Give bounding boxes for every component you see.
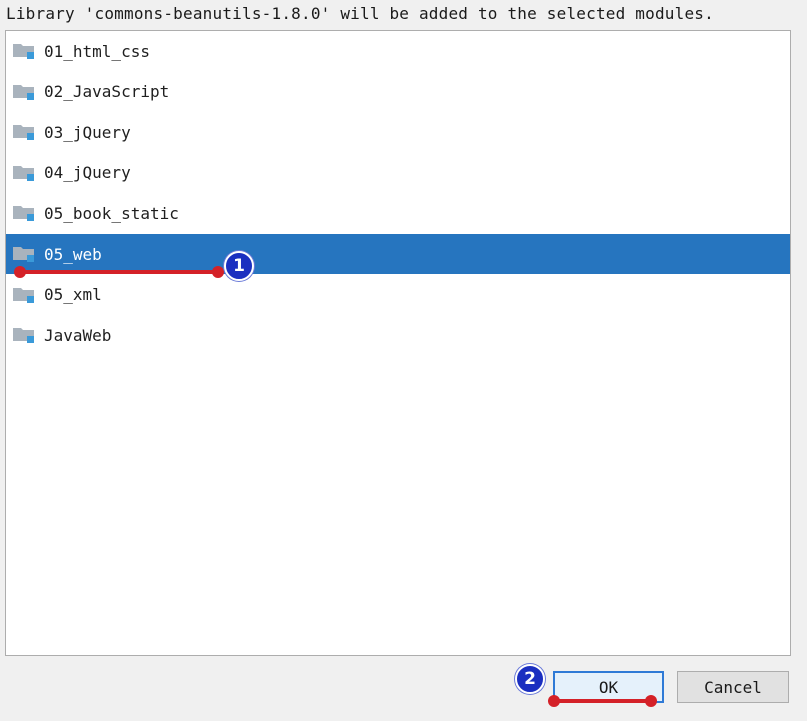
annotation-dot-1a xyxy=(14,266,26,278)
annotation-dot-2b xyxy=(645,695,657,707)
module-row-04-jquery[interactable]: 04_jQuery xyxy=(6,153,790,193)
module-list[interactable]: 01_html_css 02_JavaScript 03_jQuery 04_jQue… xyxy=(5,30,791,656)
dialog-message: Library 'commons-beanutils-1.8.0' will b… xyxy=(6,4,714,23)
module-row-02-javascript[interactable]: 02_JavaScript xyxy=(6,72,790,112)
annotation-underline-2 xyxy=(554,699,652,703)
module-folder-icon xyxy=(12,122,36,142)
module-name: 05_web xyxy=(44,244,102,264)
annotation-dot-2a xyxy=(548,695,560,707)
module-name: 05_xml xyxy=(44,285,102,305)
module-name: 03_jQuery xyxy=(44,122,131,142)
module-name: 05_book_static xyxy=(44,203,179,223)
module-row-05-xml[interactable]: 05_xml xyxy=(6,275,790,315)
module-name: JavaWeb xyxy=(44,325,112,345)
module-folder-icon xyxy=(12,325,36,345)
module-folder-icon xyxy=(12,244,36,264)
module-row-javaweb[interactable]: JavaWeb xyxy=(6,315,790,355)
module-row-05-book-static[interactable]: 05_book_static xyxy=(6,193,790,233)
module-name: 04_jQuery xyxy=(44,163,131,183)
annotation-badge-2: 2 xyxy=(515,664,545,694)
module-name: 02_JavaScript xyxy=(44,82,170,102)
annotation-badge-1: 1 xyxy=(224,251,254,281)
module-row-01-html-css[interactable]: 01_html_css xyxy=(6,31,790,71)
module-folder-icon xyxy=(12,203,36,223)
module-folder-icon xyxy=(12,82,36,102)
module-row-03-jquery[interactable]: 03_jQuery xyxy=(6,112,790,152)
cancel-button[interactable]: Cancel xyxy=(677,671,789,703)
module-folder-icon xyxy=(12,285,36,305)
module-folder-icon xyxy=(12,163,36,183)
annotation-dot-1b xyxy=(212,266,224,278)
module-folder-icon xyxy=(12,41,36,61)
module-row-05-web[interactable]: 05_web xyxy=(6,234,790,274)
module-name: 01_html_css xyxy=(44,41,150,61)
annotation-underline-1 xyxy=(18,270,218,274)
